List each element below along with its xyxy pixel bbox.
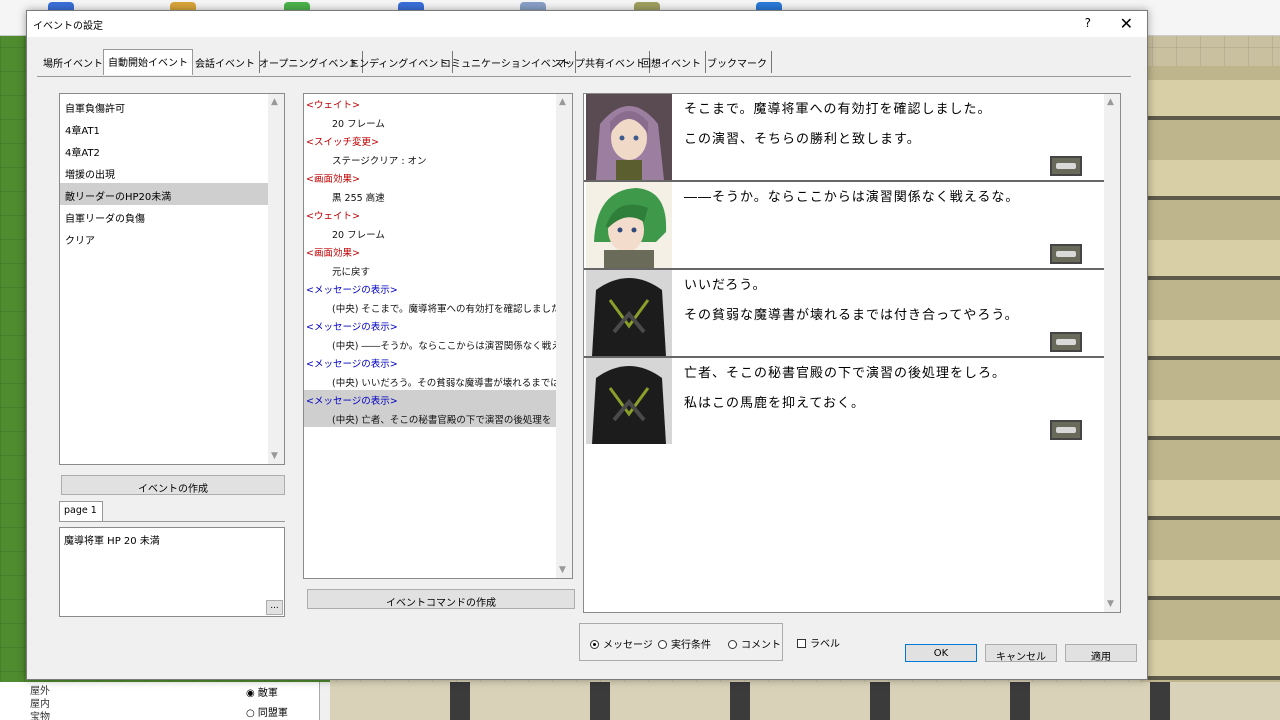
preview-message: 亡者、そこの秘書官殿の下で演習の後処理をしろ。 私はこの馬鹿を抑えておく。 <box>584 358 1106 446</box>
face-purple-hair-woman <box>586 94 672 180</box>
command-list: <ウェイト> 20 フレーム <スイッチ変更> ステージクリア : オン <画面効果> 黒… <box>303 93 573 579</box>
tab-bar: 場所イベント 自動開始イベント 会話イベント オープニングイベント エンディング… <box>37 47 1131 77</box>
condition-text: 魔導将軍 HP 20 未満 <box>64 536 160 547</box>
background-map-bottom <box>330 682 1280 720</box>
help-button[interactable]: ? <box>1085 16 1091 30</box>
radio-enemy[interactable]: ◉ 敵軍 <box>246 684 278 699</box>
tab-auto-start-event[interactable]: 自動開始イベント <box>103 49 193 75</box>
command-list-scrollbar[interactable]: ▲ ▼ <box>556 94 572 578</box>
preview-line: 私はこの馬鹿を抑えておく。 <box>684 396 865 411</box>
command-header[interactable]: <ウェイト> <box>304 205 558 224</box>
command-header[interactable]: <メッセージの表示> <box>304 316 558 335</box>
preview-message: いいだろう。 その貧弱な魔導書が壊れるまでは付き合ってやろう。 <box>584 270 1106 358</box>
event-list-item[interactable]: 自軍負傷許可 <box>60 95 268 117</box>
message-window-icon <box>1050 332 1082 352</box>
command-detail[interactable]: 20 フレーム <box>304 113 558 132</box>
event-list-item[interactable]: クリア <box>60 227 268 249</box>
background-tree: 屋外 屋内 宝物 ◉ 敵軍 ○ 同盟軍 <box>0 682 320 720</box>
message-window-icon <box>1050 420 1082 440</box>
command-detail[interactable]: (中央) そこまで。魔導将軍への有効打を確認しました <box>304 298 558 317</box>
preview-message: ――そうか。ならここからは演習関係なく戦えるな。 <box>584 182 1106 270</box>
message-preview: そこまで。魔導将軍への有効打を確認しました。 この演習、そちらの勝利と致します。… <box>583 93 1121 613</box>
background-map-strip <box>1148 66 1280 720</box>
condition-edit-button[interactable]: ... <box>266 600 283 615</box>
preview-line: その貧弱な魔導書が壊れるまでは付き合ってやろう。 <box>684 308 1019 323</box>
preview-line: 亡者、そこの秘書官殿の下で演習の後処理をしろ。 <box>684 366 1007 381</box>
command-detail[interactable]: (中央) ――そうか。ならここからは演習関係なく戦える <box>304 335 558 354</box>
command-header[interactable]: <スイッチ変更> <box>304 131 558 150</box>
preview-message: そこまで。魔導将軍への有効打を確認しました。 この演習、そちらの勝利と致します。 <box>584 94 1106 182</box>
label-checkbox[interactable]: ラベル <box>797 635 840 650</box>
command-detail[interactable]: 20 フレーム <box>304 224 558 243</box>
cancel-button[interactable]: キャンセル <box>985 644 1057 663</box>
condition-box: 魔導将軍 HP 20 未満 <box>59 527 285 617</box>
view-options-group: メッセージ 実行条件 コメント <box>579 623 783 661</box>
message-window-icon <box>1050 244 1082 264</box>
face-dark-armored-knight <box>586 270 672 356</box>
background-bottom-panel: 屋外 屋内 宝物 ◉ 敵軍 ○ 同盟軍 <box>0 682 1280 720</box>
radio-dot <box>590 640 599 649</box>
event-list-item[interactable]: 4章AT2 <box>60 139 268 161</box>
scroll-up-icon[interactable]: ▲ <box>271 97 278 107</box>
command-header[interactable]: <メッセージの表示> <box>304 279 558 298</box>
scroll-up-icon[interactable]: ▲ <box>559 97 566 107</box>
preview-line: ――そうか。ならここからは演習関係なく戦えるな。 <box>684 190 1020 205</box>
tab-map-shared-event[interactable]: マップ共有イベント <box>551 51 650 73</box>
create-event-button[interactable]: イベントの作成 <box>61 475 285 495</box>
radio-dot <box>658 640 667 649</box>
page-tab[interactable]: page 1 <box>59 501 103 521</box>
command-header[interactable]: <メッセージの表示> <box>304 353 558 372</box>
tab-recollection-event[interactable]: 回想イベント <box>637 51 706 73</box>
event-list: 自軍負傷許可 4章AT1 4章AT2 増援の出現 敵リーダーのHP20未満 自軍… <box>59 93 285 465</box>
command-header[interactable]: <画面効果> <box>304 168 558 187</box>
radio-message[interactable]: メッセージ <box>590 636 653 651</box>
preview-line: いいだろう。 <box>684 278 767 293</box>
ok-button[interactable]: OK <box>905 644 977 662</box>
command-header[interactable]: <メッセージの表示> <box>304 390 558 409</box>
event-list-item[interactable]: 4章AT1 <box>60 117 268 139</box>
preview-scrollbar[interactable]: ▲ ▼ <box>1104 94 1120 612</box>
face-dark-armored-knight <box>586 358 672 444</box>
tab-location-event[interactable]: 場所イベント <box>39 51 108 73</box>
message-window-icon <box>1050 156 1082 176</box>
create-event-command-button[interactable]: イベントコマンドの作成 <box>307 589 575 609</box>
radio-comment[interactable]: コメント <box>728 636 781 651</box>
event-list-item[interactable]: 自軍リーダの負傷 <box>60 205 268 227</box>
close-button[interactable]: ✕ <box>1120 14 1133 33</box>
command-header[interactable]: <画面効果> <box>304 242 558 261</box>
tree-item[interactable]: 宝物 <box>30 708 50 720</box>
dialog-title: イベントの設定 <box>33 21 103 32</box>
tab-bookmark[interactable]: ブックマーク <box>703 51 772 73</box>
command-detail[interactable]: ステージクリア : オン <box>304 150 558 169</box>
tab-talk-event[interactable]: 会話イベント <box>191 51 260 73</box>
command-detail[interactable]: (中央) いいだろう。その貧弱な魔導書が壊れるまでは <box>304 372 558 391</box>
checkbox-box <box>797 639 806 648</box>
radio-dot <box>728 640 737 649</box>
event-settings-dialog: イベントの設定 ? ✕ 場所イベント 自動開始イベント 会話イベント オープニン… <box>26 10 1148 680</box>
scroll-down-icon[interactable]: ▼ <box>1107 599 1114 609</box>
command-detail[interactable]: 黒 255 高速 <box>304 187 558 206</box>
face-green-hair-man <box>586 182 672 268</box>
scroll-down-icon[interactable]: ▼ <box>271 451 278 461</box>
event-list-scrollbar[interactable]: ▲ ▼ <box>268 94 284 464</box>
preview-line: そこまで。魔導将軍への有効打を確認しました。 <box>684 102 992 117</box>
preview-line: この演習、そちらの勝利と致します。 <box>684 132 921 147</box>
apply-button[interactable]: 適用 <box>1065 644 1137 663</box>
event-list-item[interactable]: 増援の出現 <box>60 161 268 183</box>
event-list-item-selected[interactable]: 敵リーダーのHP20未満 <box>60 183 268 205</box>
title-bar: イベントの設定 ? ✕ <box>27 11 1147 37</box>
radio-ally[interactable]: ○ 同盟軍 <box>246 704 288 719</box>
command-detail[interactable]: (中央) 亡者、そこの秘書官殿の下で演習の後処理を <box>304 408 558 427</box>
command-header[interactable]: <ウェイト> <box>304 94 558 113</box>
scroll-up-icon[interactable]: ▲ <box>1107 97 1114 107</box>
command-detail[interactable]: 元に戻す <box>304 261 558 280</box>
scroll-down-icon[interactable]: ▼ <box>559 565 566 575</box>
radio-execution-condition[interactable]: 実行条件 <box>658 636 711 651</box>
